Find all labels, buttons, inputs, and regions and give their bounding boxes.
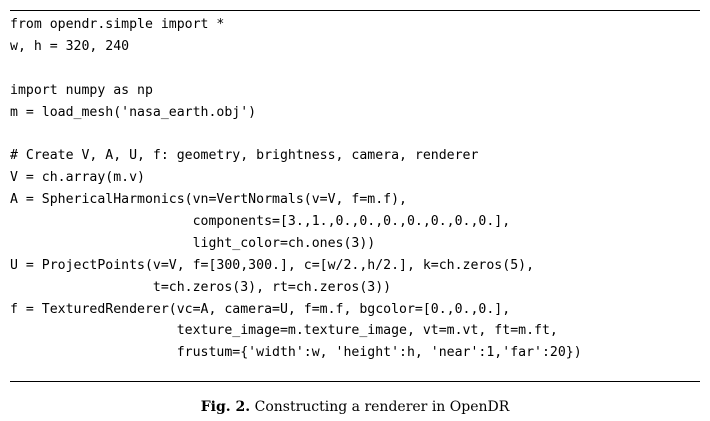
code-listing: from opendr.simple import * w, h = 320, …: [10, 14, 700, 364]
figure-label: Fig. 2.: [200, 399, 251, 415]
code-line-16: frustum={'width':w, 'height':h, 'near':1…: [10, 345, 582, 361]
code-line-1: from opendr.simple import *: [10, 17, 225, 32]
code-line-5: m = load_mesh('nasa_earth.obj'): [10, 104, 257, 120]
figure-caption-text: Constructing a renderer in OpenDR: [250, 399, 510, 415]
figure-caption: Fig. 2. Constructing a renderer in OpenD…: [0, 399, 710, 415]
code-line-15: texture_image=m.texture_image, vt=m.vt, …: [10, 323, 558, 339]
code-line-12: U = ProjectPoints(v=V, f=[300,300.], c=[…: [10, 257, 535, 273]
top-rule: [10, 10, 700, 11]
code-line-4: import numpy as np: [10, 82, 153, 98]
code-line-10: components=[3.,1.,0.,0.,0.,0.,0.,0.,0.],: [10, 214, 511, 230]
code-line-14: f = TexturedRenderer(vc=A, camera=U, f=m…: [10, 301, 511, 317]
code-line-9: A = SphericalHarmonics(vn=VertNormals(v=…: [10, 192, 407, 208]
code-line-7: # Create V, A, U, f: geometry, brightnes…: [10, 148, 479, 164]
bottom-rule: [10, 381, 700, 382]
code-line-11: light_color=ch.ones(3)): [10, 235, 376, 251]
code-line-2: w, h = 320, 240: [10, 38, 130, 54]
code-line-13: t=ch.zeros(3), rt=ch.zeros(3)): [10, 279, 392, 295]
code-line-8: V = ch.array(m.v): [10, 170, 145, 186]
